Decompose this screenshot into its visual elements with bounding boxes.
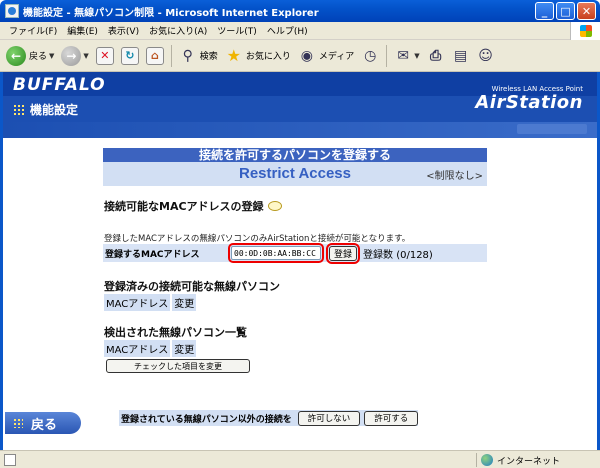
menu-tools[interactable]: ツール(T): [212, 24, 262, 37]
deny-button[interactable]: 許可しない: [297, 410, 361, 426]
home-button[interactable]: ⌂: [144, 43, 166, 69]
allow-button[interactable]: 許可する: [364, 410, 419, 426]
search-label: 検索: [199, 52, 218, 62]
globe-icon: [480, 454, 493, 466]
favorites-label: お気に入り: [245, 52, 291, 62]
print-button[interactable]: ⎙: [425, 43, 447, 69]
registered-table-header: MACアドレス 変更: [104, 294, 197, 311]
toolbar-separator: [386, 44, 388, 67]
title-bar: 機能設定 - 無線パソコン制限 - Microsoft Internet Exp…: [0, 0, 600, 22]
restriction-status: <制限なし>: [426, 171, 483, 182]
page-icon: [4, 453, 16, 466]
search-icon: ⚲: [182, 47, 193, 64]
airstation-logo: AirStation: [475, 92, 583, 113]
menu-view[interactable]: 表示(V): [103, 24, 144, 37]
edit-page-icon: ▤: [453, 47, 468, 64]
mac-register-row: 登録するMACアドレス 登録 登録数 (0/128): [103, 242, 487, 264]
register-description: 登録したMACアドレスの無線パソコンのみAirStationと接続が可能となりま…: [104, 234, 411, 244]
messenger-icon: ☺: [478, 47, 493, 64]
refresh-button[interactable]: ↻: [119, 43, 141, 69]
media-button[interactable]: ◉ メディア: [296, 43, 356, 69]
grid-icon: [13, 418, 23, 428]
toolbar-separator: [170, 44, 172, 67]
menu-file[interactable]: ファイル(F): [4, 24, 62, 37]
ie-icon: [5, 4, 19, 18]
window-controls: _ □ ✕: [535, 2, 596, 20]
registered-col-change: 変更: [172, 294, 197, 311]
search-button[interactable]: ⚲ 検索: [177, 43, 220, 69]
section-title-en: Restrict Access: [238, 165, 351, 182]
forward-nav-button[interactable]: → ▼: [59, 43, 90, 69]
print-icon: ⎙: [429, 47, 442, 64]
favorites-button[interactable]: ★ お気に入り: [223, 43, 293, 69]
maximize-button[interactable]: □: [556, 2, 575, 20]
stop-button[interactable]: ✕: [94, 43, 116, 69]
allow-others-row: 登録されている無線パソコン以外の接続を 許可しない 許可する: [119, 410, 419, 426]
registered-col-mac: MACアドレス: [104, 294, 171, 311]
section-title-jp: 接続を許可するパソコンを登録する: [103, 148, 487, 162]
star-icon: ★: [226, 46, 241, 65]
back-nav-label: 戻る: [29, 52, 48, 62]
menu-help[interactable]: ヘルプ(H): [262, 24, 313, 37]
page-title: 機能設定: [13, 101, 78, 118]
header-banner: BUFFALO 機能設定 Wireless LAN Access Point A…: [3, 72, 597, 138]
history-icon: ◷: [364, 47, 377, 64]
page-title-text: 機能設定: [30, 103, 79, 117]
detected-col-change: 変更: [172, 340, 197, 357]
minimize-button[interactable]: _: [535, 2, 554, 20]
register-button[interactable]: 登録: [325, 242, 361, 264]
change-checked-button[interactable]: チェックした項目を変更: [106, 359, 250, 373]
menu-edit[interactable]: 編集(E): [62, 24, 103, 37]
history-button[interactable]: ◷: [359, 43, 381, 69]
back-nav-button[interactable]: ← 戻る ▼: [4, 43, 56, 69]
chevron-down-icon[interactable]: ▼: [83, 52, 88, 60]
chevron-down-icon[interactable]: ▼: [49, 52, 54, 60]
detected-table-header: MACアドレス 変更: [104, 340, 197, 357]
messenger-button[interactable]: ☺: [475, 43, 497, 69]
security-zone: インターネット: [475, 453, 560, 467]
back-page-label: 戻る: [31, 417, 58, 433]
toolbar: ← 戻る ▼ → ▼ ✕ ↻ ⌂ ⚲ 検索 ★ お気に入り ◉ メディア ◷ ✉…: [0, 40, 600, 72]
registration-count: 登録数 (0/128): [363, 249, 433, 261]
mac-address-input[interactable]: [228, 243, 324, 263]
buffalo-logo: BUFFALO: [13, 75, 106, 95]
media-label: メディア: [318, 52, 355, 62]
banner-tag: [517, 124, 587, 134]
mail-icon: ✉: [397, 47, 410, 64]
home-icon: ⌂: [145, 46, 164, 65]
registered-heading: 登録済みの接続可能な無線パソコン: [104, 280, 280, 293]
help-pencil-icon[interactable]: [267, 201, 282, 211]
stop-icon: ✕: [95, 46, 114, 65]
back-page-button[interactable]: 戻る: [5, 412, 81, 434]
forward-arrow-icon: →: [61, 45, 82, 66]
detected-heading: 検出された無線パソコン一覧: [104, 326, 247, 339]
zone-label: インターネット: [496, 456, 560, 467]
menu-bar: ファイル(F) 編集(E) 表示(V) お気に入り(A) ツール(T) ヘルプ(…: [0, 22, 600, 40]
close-button[interactable]: ✕: [577, 2, 596, 20]
grid-icon: [13, 104, 24, 115]
edit-page-button[interactable]: ▤: [450, 43, 472, 69]
section-header: 接続を許可するパソコンを登録する Restrict Access <制限なし>: [103, 148, 487, 186]
allow-others-label: 登録されている無線パソコン以外の接続を: [121, 414, 292, 425]
register-heading: 接続可能なMACアドレスの登録: [104, 198, 282, 214]
menu-favorites[interactable]: お気に入り(A): [144, 24, 212, 37]
media-icon: ◉: [300, 47, 313, 64]
window-title: 機能設定 - 無線パソコン制限 - Microsoft Internet Exp…: [23, 7, 319, 19]
status-bar: インターネット: [0, 450, 600, 468]
detected-col-mac: MACアドレス: [104, 340, 171, 357]
back-arrow-icon: ←: [6, 45, 26, 66]
mail-button[interactable]: ✉ ▼: [392, 43, 421, 69]
windows-logo-icon: [570, 22, 600, 40]
chevron-down-icon[interactable]: ▼: [414, 52, 419, 60]
page-content: BUFFALO 機能設定 Wireless LAN Access Point A…: [0, 72, 600, 450]
refresh-icon: ↻: [120, 46, 139, 65]
mac-label: 登録するMACアドレス: [105, 249, 200, 260]
